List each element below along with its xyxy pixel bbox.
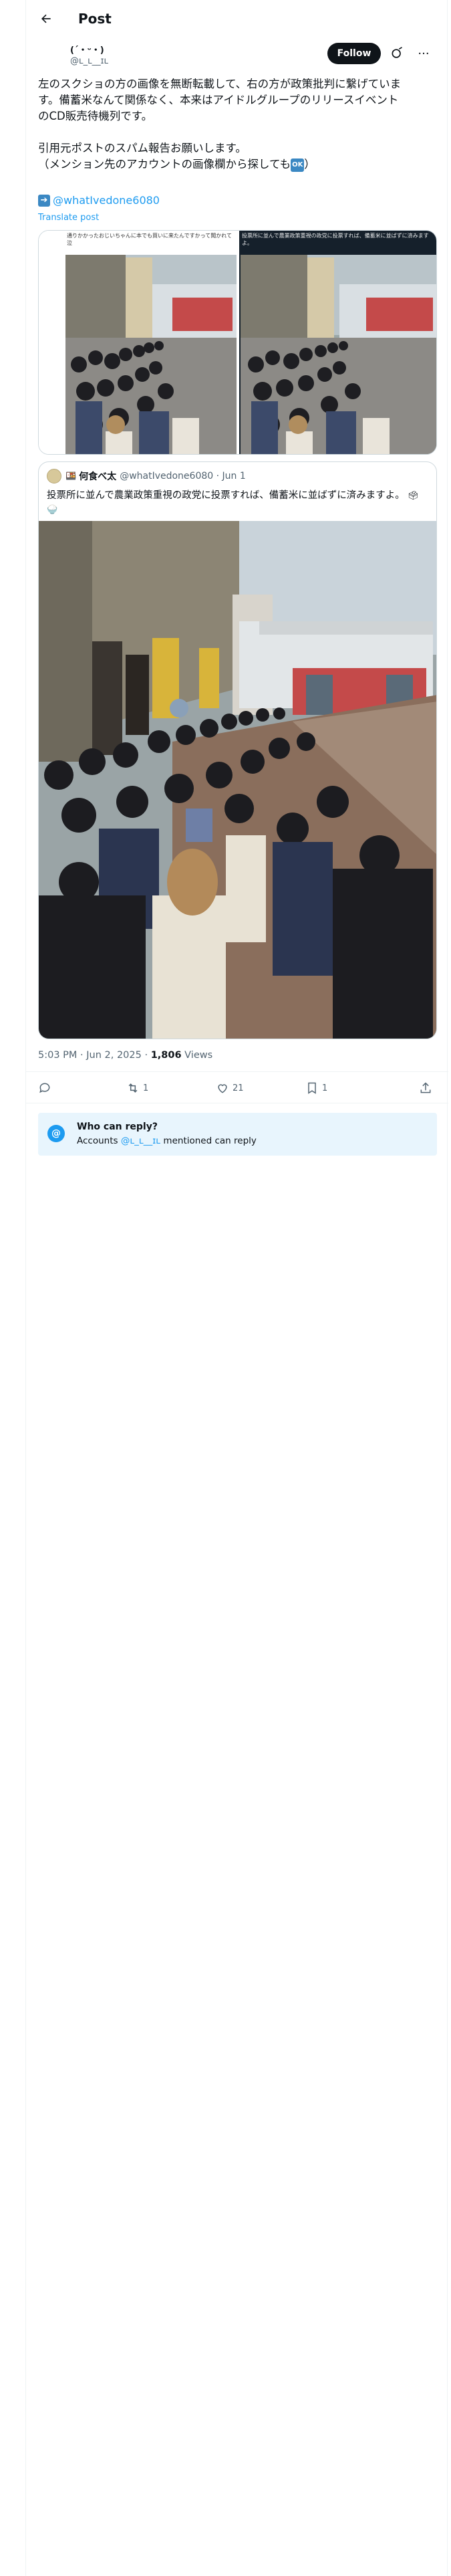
more-icon: ··· — [418, 46, 430, 61]
like-count: 21 — [233, 1083, 244, 1093]
reply-restriction-text: Accounts @ʟ_ʟ__ɪʟ mentioned can reply — [77, 1136, 257, 1146]
queue-photo — [65, 255, 237, 454]
post-text: 左のスクショの方の画像を無断転載して、右の方が政策批判に繋げていま す。備蓄米な… — [38, 76, 439, 173]
quoted-text-body: 投票所に並んで農業政策重視の政党に投票すれば、備蓄米に並ばずに済みますよ。 — [47, 490, 405, 501]
views-count: 1,806 — [150, 1050, 182, 1061]
translate-link[interactable]: Translate post — [38, 213, 99, 223]
queue-photo — [241, 255, 436, 454]
queue-photo — [39, 521, 436, 1039]
reply-restriction-title: Who can reply? — [77, 1121, 158, 1132]
repost-count: 1 — [143, 1083, 149, 1093]
author-handle[interactable]: @ʟ_ʟ__ɪʟ — [70, 56, 108, 66]
post-text-line: （メンション先のアカウントの画像欄から探しても OK） — [38, 156, 439, 173]
reply-restriction-prefix: Accounts — [77, 1136, 121, 1146]
heart-icon — [218, 1084, 227, 1093]
arrow-left-icon — [41, 14, 51, 23]
right-screenshot[interactable]: 投票所に並んで農業政策重視の政党に投票すれば、備蓄米に並ばずに済みますよ。 — [239, 231, 436, 454]
main-column: Post (´・ᵕ・) @ʟ_ʟ__ɪʟ Follow ··· 左のスクショの方… — [25, 0, 448, 2576]
bookmark-button[interactable]: 1 — [305, 1080, 327, 1096]
quoted-author-handle: @whatIvedone6080 — [120, 471, 214, 481]
repost-button[interactable]: 1 — [126, 1080, 148, 1096]
back-button[interactable] — [35, 8, 57, 29]
post-text-line: 引用元ポストのスパム報告お願いします。 — [38, 142, 247, 154]
page-title: Post — [78, 11, 112, 27]
reply-restriction-notice: @ Who can reply? Accounts @ʟ_ʟ__ɪʟ menti… — [38, 1113, 437, 1156]
post-text-segment: ） — [304, 158, 315, 171]
mention-link[interactable]: @whatIvedone6080 — [53, 194, 160, 207]
quoted-post-header: 🍱 何食べ太 @whatIvedone6080 · Jun 1 — [47, 469, 246, 484]
top-bar: Post — [26, 0, 448, 37]
grok-icon — [392, 47, 402, 58]
share-icon — [420, 1082, 431, 1093]
repost-icon — [128, 1083, 138, 1093]
quoted-date: Jun 1 — [222, 471, 246, 481]
grok-button[interactable] — [390, 47, 404, 60]
ballot-box-icon: 🗳 — [408, 491, 419, 501]
left-screenshot[interactable]: 通りかかったおじいちゃんに本でも買いに来たんですかって聞かれて泣 — [39, 231, 237, 454]
post-text-line: す。備蓄米なんて関係なく、本来はアイドルグループのリリースイベント — [38, 94, 399, 106]
share-button[interactable] — [419, 1080, 432, 1096]
mention-line: ➔ @whatIvedone6080 — [38, 194, 160, 207]
views-label: Views — [181, 1050, 213, 1061]
reply-mention-link[interactable]: @ʟ_ʟ__ɪʟ — [121, 1136, 160, 1146]
post-text-line — [38, 124, 439, 140]
author-name[interactable]: (´・ᵕ・) — [70, 43, 104, 56]
avatar[interactable] — [37, 41, 63, 68]
meta-separator: · — [213, 471, 222, 481]
right-arrow-icon: ➔ — [38, 194, 50, 207]
action-bar: 1 21 1 — [26, 1071, 448, 1103]
reply-button[interactable] — [38, 1080, 51, 1096]
post-text-segment: （メンション先のアカウントの画像欄から探しても — [38, 158, 291, 171]
bookmark-icon — [308, 1082, 316, 1094]
follow-button[interactable]: Follow — [327, 43, 381, 64]
ok-emoji: OK — [291, 158, 305, 172]
quoted-author-name: 何食べ太 — [79, 471, 117, 482]
emoji-icon: 🍱 — [65, 471, 77, 481]
post-text-line: 左のスクショの方の画像を無断転載して、右の方が政策批判に繋げていま — [38, 78, 402, 90]
reply-icon — [39, 1083, 50, 1093]
quoted-photo[interactable] — [39, 521, 436, 1039]
reply-restriction-suffix: mentioned can reply — [160, 1136, 257, 1146]
bookmark-count: 1 — [322, 1083, 328, 1093]
post-text-line: のCD販売待機列です。 — [38, 110, 153, 122]
like-button[interactable]: 21 — [216, 1080, 244, 1096]
post-timestamp[interactable]: 5:03 PM · Jun 2, 2025 · — [38, 1050, 151, 1061]
quoted-avatar — [47, 469, 61, 484]
more-options-button[interactable]: ··· — [416, 46, 432, 61]
media-card[interactable]: 通りかかったおじいちゃんに本でも買いに来たんですかって聞かれて泣 投票所に並んで… — [38, 230, 437, 455]
quoted-post[interactable]: 🍱 何食べ太 @whatIvedone6080 · Jun 1 投票所に並んで農… — [38, 461, 437, 1039]
rice-icon: 🍚 — [47, 505, 58, 515]
post-meta: 5:03 PM · Jun 2, 2025 · 1,806 Views — [38, 1050, 212, 1061]
quoted-text: 投票所に並んで農業政策重視の政党に投票すれば、備蓄米に並ばずに済みますよ。 🗳 … — [47, 489, 428, 517]
at-sign-icon: @ — [47, 1125, 65, 1142]
post-author: (´・ᵕ・) @ʟ_ʟ__ɪʟ Follow ··· — [26, 40, 448, 75]
